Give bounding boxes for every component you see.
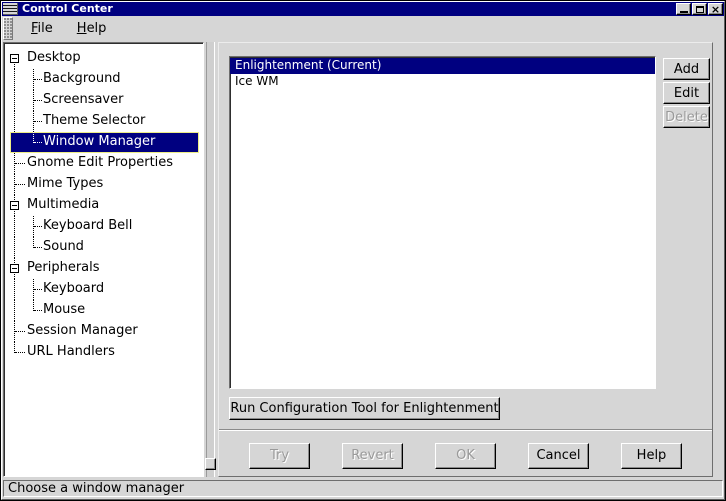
pane-divider[interactable] (204, 42, 218, 477)
tree-item-screensaver[interactable]: Screensaver (6, 90, 201, 111)
minimize-button[interactable] (676, 3, 691, 15)
tree-item-label: Theme Selector (43, 113, 145, 128)
tree-line (34, 310, 42, 311)
tree-item-label: Multimedia (27, 197, 99, 212)
help-button[interactable]: Help (621, 443, 682, 469)
statusbar: Choose a window manager (2, 479, 724, 499)
tree-item-theme-selector[interactable]: Theme Selector (6, 111, 201, 132)
add-button[interactable]: Add (663, 58, 710, 80)
collapse-expander-icon[interactable] (10, 54, 19, 63)
tree-line (14, 237, 15, 258)
tree-item-background[interactable]: Background (6, 69, 201, 90)
wm-list[interactable]: Enlightenment (Current) Ice WM (229, 56, 656, 389)
tree-line (34, 289, 42, 290)
menubar-drag-handle-icon[interactable] (3, 17, 13, 40)
tree-item-keyboard[interactable]: Keyboard (6, 279, 201, 300)
tree-item-label: Mouse (43, 302, 85, 317)
ok-button: OK (435, 443, 496, 469)
tree-item-sound[interactable]: Sound (6, 237, 201, 258)
tree-item-multimedia[interactable]: Multimedia (6, 195, 201, 216)
tree-line (34, 100, 42, 101)
run-config-tool-button[interactable]: Run Configuration Tool for Enlightenment (229, 397, 500, 420)
wm-list-item-icewm[interactable]: Ice WM (230, 74, 655, 90)
status-text: Choose a window manager (3, 480, 723, 497)
try-button: Try (249, 443, 310, 469)
tree-line (34, 142, 42, 143)
capplet-tree-panel: Desktop Background Screensaver Theme Sel… (3, 42, 204, 477)
capplet-tree: Desktop Background Screensaver Theme Sel… (6, 45, 201, 474)
tree-item-session-manager[interactable]: Session Manager (6, 321, 201, 342)
tree-line (34, 247, 42, 248)
tree-item-desktop[interactable]: Desktop (6, 48, 201, 69)
collapse-expander-icon[interactable] (10, 201, 19, 210)
action-area: Try Revert OK Cancel Help (219, 442, 712, 469)
tree-line (15, 163, 25, 164)
edit-button[interactable]: Edit (663, 82, 710, 104)
revert-button: Revert (342, 443, 403, 469)
tree-item-label: Keyboard Bell (43, 218, 132, 233)
tree-line (14, 90, 15, 111)
tree-line (14, 216, 15, 237)
tree-line (34, 121, 42, 122)
close-button[interactable]: × (708, 3, 723, 15)
tree-item-label: Sound (43, 239, 84, 254)
tree-line (34, 79, 42, 80)
wm-list-item-enlightenment[interactable]: Enlightenment (Current) (230, 58, 655, 74)
maximize-button[interactable] (692, 3, 707, 15)
tree-line (14, 69, 15, 90)
tree-item-label: Window Manager (43, 134, 155, 149)
tree-item-keyboard-bell[interactable]: Keyboard Bell (6, 216, 201, 237)
tree-item-label: Session Manager (27, 323, 138, 338)
pane-resize-handle[interactable] (205, 458, 216, 470)
maximize-icon (696, 6, 704, 13)
tree-line (34, 226, 42, 227)
menu-help[interactable]: Help (69, 18, 115, 39)
tree-line (15, 331, 25, 332)
tree-item-peripherals[interactable]: Peripherals (6, 258, 201, 279)
menubar: File Help (2, 16, 724, 41)
minimize-icon (680, 11, 688, 13)
tree-line (14, 111, 15, 132)
window-menu-icon[interactable] (3, 3, 18, 15)
delete-button: Delete (663, 106, 710, 128)
tree-item-label: Peripherals (27, 260, 100, 275)
tree-item-mime-types[interactable]: Mime Types (6, 174, 201, 195)
tree-item-label: Gnome Edit Properties (27, 155, 173, 170)
tree-item-label: URL Handlers (27, 344, 115, 359)
tree-line (15, 184, 25, 185)
tree-line (14, 279, 15, 300)
wm-list-item-label: Enlightenment (Current) (235, 58, 381, 72)
titlebar[interactable]: Control Center × (2, 2, 724, 16)
tree-item-gnome-edit-properties[interactable]: Gnome Edit Properties (6, 153, 201, 174)
cancel-button[interactable]: Cancel (528, 443, 589, 469)
tree-item-url-handlers[interactable]: URL Handlers (6, 342, 201, 363)
tree-item-window-manager[interactable]: Window Manager (6, 132, 201, 153)
collapse-expander-icon[interactable] (10, 264, 19, 273)
tree-item-label: Desktop (27, 50, 81, 65)
tree-line (15, 352, 25, 353)
tree-item-label: Mime Types (27, 176, 103, 191)
close-icon: × (711, 5, 720, 14)
tree-item-mouse[interactable]: Mouse (6, 300, 201, 321)
tree-item-label: Keyboard (43, 281, 104, 296)
tree-line (14, 300, 15, 321)
action-area-separator (219, 429, 712, 431)
pane-divider-channel (206, 42, 215, 477)
wm-list-item-label: Ice WM (235, 74, 279, 88)
tree-item-label: Background (43, 71, 121, 86)
menu-file[interactable]: File (23, 18, 61, 39)
window-title: Control Center (22, 2, 113, 16)
window-manager-capplet: Enlightenment (Current) Ice WM Add Edit … (218, 42, 713, 477)
tree-item-label: Screensaver (43, 92, 123, 107)
